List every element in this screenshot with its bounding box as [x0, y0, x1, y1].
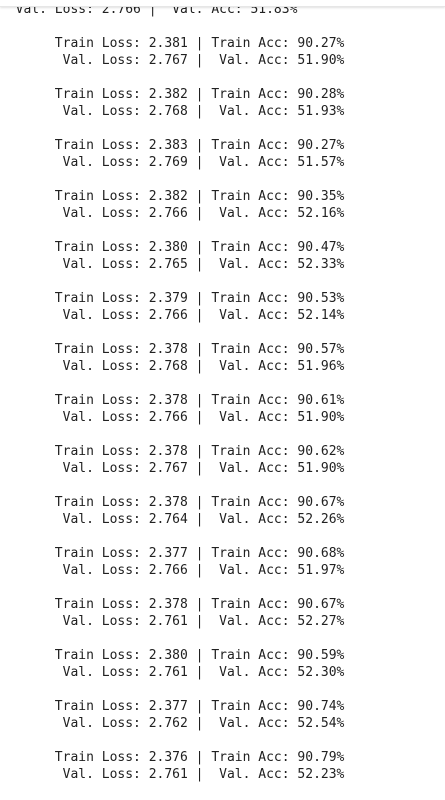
val-line: Val. Loss: 2.766 | Val. Acc: 52.14%: [0, 308, 345, 323]
log-epoch: Train Loss: 2.378 | Train Acc: 90.62% Va…: [0, 443, 445, 494]
log-epoch: Train Loss: 2.377 | Train Acc: 90.74% Va…: [0, 698, 445, 749]
log-epoch: Train Loss: 2.383 | Train Acc: 90.27% Va…: [0, 137, 445, 188]
train-line: Train Loss: 2.377 | Train Acc: 90.74%: [0, 699, 345, 714]
log-epoch: Train Loss: 2.380 | Train Acc: 90.47% Va…: [0, 239, 445, 290]
log-epoch: Train Loss: 2.382 | Train Acc: 90.28% Va…: [0, 86, 445, 137]
train-line: Train Loss: 2.378 | Train Acc: 90.61%: [0, 393, 345, 408]
val-line: Val. Loss: 2.767 | Val. Acc: 51.90%: [0, 461, 345, 476]
val-line: Val. Loss: 2.769 | Val. Acc: 51.57%: [0, 155, 345, 170]
val-line: Val. Loss: 2.768 | Val. Acc: 51.96%: [0, 359, 345, 374]
log-epoch: Train Loss: 2.377 | Train Acc: 90.68% Va…: [0, 545, 445, 596]
log-epoch: Train Loss: 2.378 | Train Acc: 90.67% Va…: [0, 596, 445, 647]
log-epoch: Train Loss: 2.379 | Train Acc: 90.53% Va…: [0, 290, 445, 341]
train-line: Train Loss: 2.377 | Train Acc: 90.68%: [0, 546, 345, 561]
log-epoch: Train Loss: 2.376 | Train Acc: 90.79% Va…: [0, 749, 445, 800]
train-line: Train Loss: 2.382 | Train Acc: 90.35%: [0, 189, 345, 204]
train-line: Train Loss: 2.379 | Train Acc: 90.53%: [0, 291, 345, 306]
cell-output-top-edge: [0, 0, 445, 7]
val-line: Val. Loss: 2.764 | Val. Acc: 52.26%: [0, 512, 345, 527]
val-line: Val. Loss: 2.761 | Val. Acc: 52.23%: [0, 767, 345, 782]
train-line: Train Loss: 2.378 | Train Acc: 90.62%: [0, 444, 345, 459]
train-line: Train Loss: 2.381 | Train Acc: 90.27%: [0, 36, 345, 51]
val-line: Val. Loss: 2.761 | Val. Acc: 52.30%: [0, 665, 345, 680]
train-line: Train Loss: 2.383 | Train Acc: 90.27%: [0, 138, 345, 153]
train-line: Train Loss: 2.376 | Train Acc: 90.79%: [0, 750, 345, 765]
val-line: Val. Loss: 2.767 | Val. Acc: 51.90%: [0, 53, 345, 68]
val-line: Val. Loss: 2.766 | Val. Acc: 52.16%: [0, 206, 345, 221]
log-epoch: Train Loss: 2.380 | Train Acc: 90.59% Va…: [0, 647, 445, 698]
log-epoch: Train Loss: 2.382 | Train Acc: 90.35% Va…: [0, 188, 445, 239]
log-epoch: Train Loss: 2.381 | Train Acc: 90.27% Va…: [0, 35, 445, 86]
val-line: Val. Loss: 2.768 | Val. Acc: 51.93%: [0, 104, 345, 119]
val-line: Val. Loss: 2.765 | Val. Acc: 52.33%: [0, 257, 345, 272]
val-line: Val. Loss: 2.762 | Val. Acc: 52.54%: [0, 716, 345, 731]
val-line: Val. Loss: 2.766 | Val. Acc: 51.97%: [0, 563, 345, 578]
train-line: Train Loss: 2.380 | Train Acc: 90.47%: [0, 240, 345, 255]
train-line: Train Loss: 2.380 | Train Acc: 90.59%: [0, 648, 345, 663]
log-epoch: Train Loss: 2.378 | Train Acc: 90.67% Va…: [0, 494, 445, 545]
train-line: Train Loss: 2.378 | Train Acc: 90.67%: [0, 495, 345, 510]
log-epoch-list: Train Loss: 2.381 | Train Acc: 90.27% Va…: [0, 35, 445, 800]
train-line: Train Loss: 2.378 | Train Acc: 90.57%: [0, 342, 345, 357]
cell-output: Val. Loss: 2.766 | Val. Acc: 51.83% Trai…: [0, 0, 445, 800]
log-epoch: Train Loss: 2.378 | Train Acc: 90.57% Va…: [0, 341, 445, 392]
val-line: Val. Loss: 2.766 | Val. Acc: 51.90%: [0, 410, 345, 425]
train-line: Train Loss: 2.378 | Train Acc: 90.67%: [0, 597, 345, 612]
train-line: Train Loss: 2.382 | Train Acc: 90.28%: [0, 87, 345, 102]
log-epoch: Train Loss: 2.378 | Train Acc: 90.61% Va…: [0, 392, 445, 443]
val-line: Val. Loss: 2.761 | Val. Acc: 52.27%: [0, 614, 345, 629]
